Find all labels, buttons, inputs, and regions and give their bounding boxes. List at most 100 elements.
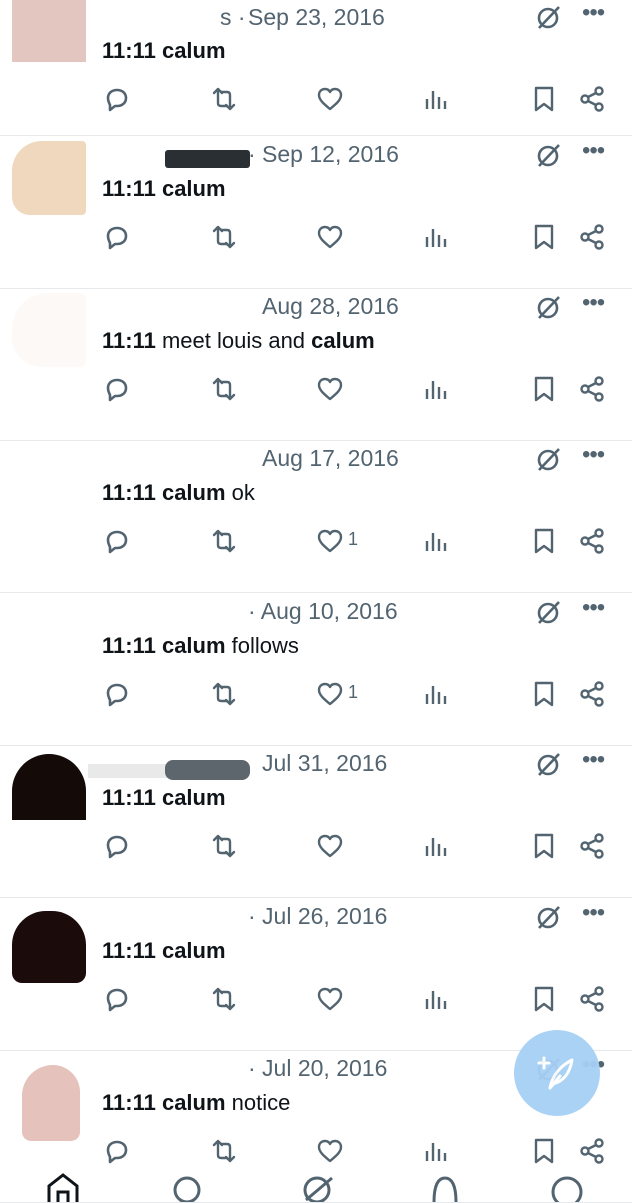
- share-icon[interactable]: [578, 375, 606, 405]
- retweet-icon[interactable]: [210, 1137, 238, 1167]
- share-icon[interactable]: [578, 527, 606, 557]
- tweet-date[interactable]: · Jul 26, 2016: [248, 901, 387, 931]
- tweet[interactable]: · Jul 26, 2016 ••• 11:11 calum: [0, 899, 632, 1051]
- more-icon[interactable]: •••: [582, 901, 608, 929]
- tweet-actions: [0, 985, 632, 1017]
- more-icon[interactable]: •••: [582, 596, 608, 624]
- tweet[interactable]: Aug 28, 2016 ••• 11:11 meet louis and calu…: [0, 289, 632, 441]
- views-icon[interactable]: [422, 832, 450, 862]
- tweet-date[interactable]: Aug 28, 2016: [262, 291, 399, 321]
- more-icon[interactable]: •••: [582, 139, 608, 167]
- share-icon[interactable]: [578, 985, 606, 1015]
- views-icon[interactable]: [422, 223, 450, 253]
- views-icon[interactable]: [422, 985, 450, 1015]
- heart-icon[interactable]: [316, 223, 344, 253]
- share-icon[interactable]: [578, 85, 606, 115]
- reply-icon[interactable]: [102, 1137, 130, 1167]
- retweet-icon[interactable]: [210, 985, 238, 1015]
- tweet-text-bold: 11:11: [102, 328, 156, 353]
- more-icon[interactable]: •••: [582, 1, 608, 29]
- messages-icon[interactable]: [550, 1172, 584, 1202]
- tweet-text-bold: 11:11 calum: [102, 633, 226, 658]
- tweet-date[interactable]: · Aug 10, 2016: [248, 596, 398, 626]
- grok-icon[interactable]: [536, 599, 562, 625]
- tweet-date[interactable]: Aug 17, 2016: [262, 443, 399, 473]
- avatar[interactable]: [12, 293, 86, 367]
- heart-icon[interactable]: [316, 1137, 344, 1167]
- tweet[interactable]: · Sep 12, 2016 ••• 11:11 calum: [0, 137, 632, 289]
- views-icon[interactable]: [422, 85, 450, 115]
- redacted-handle: [165, 760, 250, 780]
- tweet[interactable]: Aug 17, 2016 ••• 11:11 calum ok 1: [0, 441, 632, 593]
- tweet-text: 11:11 calum: [102, 37, 226, 65]
- tweet-date[interactable]: Sep 23, 2016: [248, 2, 385, 32]
- views-icon[interactable]: [422, 375, 450, 405]
- grok-icon[interactable]: [536, 446, 562, 472]
- reply-icon[interactable]: [102, 985, 130, 1015]
- home-icon[interactable]: [46, 1172, 80, 1202]
- reply-icon[interactable]: [102, 85, 130, 115]
- retweet-icon[interactable]: [210, 527, 238, 557]
- bookmark-icon[interactable]: [530, 680, 558, 710]
- notifications-icon[interactable]: [428, 1172, 462, 1202]
- share-icon[interactable]: [578, 832, 606, 862]
- reply-icon[interactable]: [102, 223, 130, 253]
- share-icon[interactable]: [578, 223, 606, 253]
- views-icon[interactable]: [422, 527, 450, 557]
- heart-icon[interactable]: [316, 985, 344, 1015]
- search-icon[interactable]: [172, 1172, 206, 1202]
- grok-icon[interactable]: [536, 294, 562, 320]
- bookmark-icon[interactable]: [530, 85, 558, 115]
- bookmark-icon[interactable]: [530, 375, 558, 405]
- reply-icon[interactable]: [102, 832, 130, 862]
- tweet-text: 11:11 calum follows: [102, 632, 299, 660]
- avatar[interactable]: [12, 911, 86, 983]
- bookmark-icon[interactable]: [530, 985, 558, 1015]
- bookmark-icon[interactable]: [530, 832, 558, 862]
- avatar[interactable]: [12, 0, 86, 62]
- retweet-icon[interactable]: [210, 680, 238, 710]
- tweet-actions: [0, 832, 632, 864]
- heart-icon[interactable]: 1: [316, 527, 358, 557]
- handle-fragment[interactable]: s ·: [220, 2, 246, 32]
- tweet-text-bold: 11:11 calum: [102, 176, 226, 201]
- grok-icon[interactable]: [536, 4, 562, 30]
- grok-nav-icon[interactable]: [302, 1172, 336, 1202]
- heart-icon[interactable]: [316, 375, 344, 405]
- heart-icon[interactable]: [316, 832, 344, 862]
- heart-icon[interactable]: 1: [316, 680, 358, 710]
- views-icon[interactable]: [422, 1137, 450, 1167]
- tweet-date[interactable]: · Jul 20, 2016: [248, 1053, 387, 1083]
- retweet-icon[interactable]: [210, 85, 238, 115]
- retweet-icon[interactable]: [210, 832, 238, 862]
- bookmark-icon[interactable]: [530, 223, 558, 253]
- grok-icon[interactable]: [536, 751, 562, 777]
- more-icon[interactable]: •••: [582, 291, 608, 319]
- avatar[interactable]: [12, 754, 86, 820]
- avatar[interactable]: [12, 141, 86, 215]
- retweet-icon[interactable]: [210, 375, 238, 405]
- grok-icon[interactable]: [536, 142, 562, 168]
- compose-button[interactable]: [514, 1030, 600, 1116]
- more-icon[interactable]: •••: [582, 443, 608, 471]
- share-icon[interactable]: [578, 680, 606, 710]
- tweet-date[interactable]: Jul 31, 2016: [262, 748, 387, 778]
- tweet-date[interactable]: · Sep 12, 2016: [248, 139, 399, 169]
- tweet-text: 11:11 calum ok: [102, 479, 255, 507]
- heart-icon[interactable]: [316, 85, 344, 115]
- reply-icon[interactable]: [102, 680, 130, 710]
- retweet-icon[interactable]: [210, 223, 238, 253]
- tweet[interactable]: Jul 31, 2016 ••• 11:11 calum: [0, 746, 632, 898]
- more-icon[interactable]: •••: [582, 748, 608, 776]
- avatar[interactable]: [22, 1065, 80, 1141]
- tweet[interactable]: Sep 23, 2016 s · ••• 11:11 calum: [0, 0, 632, 136]
- reply-icon[interactable]: [102, 375, 130, 405]
- reply-icon[interactable]: [102, 527, 130, 557]
- bookmark-icon[interactable]: [530, 1137, 558, 1167]
- grok-icon[interactable]: [536, 904, 562, 930]
- views-icon[interactable]: [422, 680, 450, 710]
- tweet-actions: 1: [0, 527, 632, 559]
- share-icon[interactable]: [578, 1137, 606, 1167]
- bookmark-icon[interactable]: [530, 527, 558, 557]
- tweet[interactable]: · Aug 10, 2016 ••• 11:11 calum follows 1: [0, 594, 632, 746]
